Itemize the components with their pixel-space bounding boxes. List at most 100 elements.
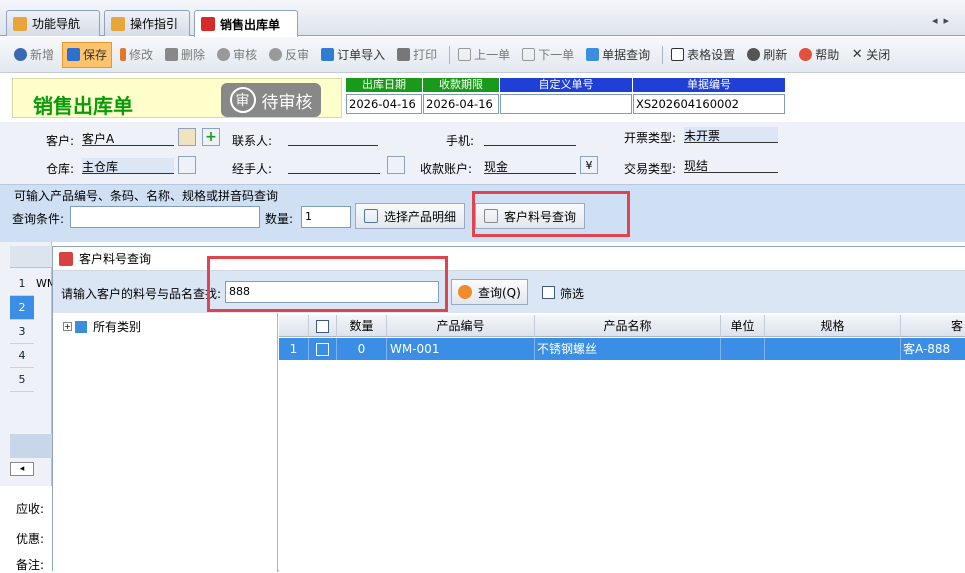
handler-field[interactable] xyxy=(288,158,380,174)
delete-button[interactable]: 删除 xyxy=(161,42,209,68)
select-all-checkbox[interactable] xyxy=(316,320,329,333)
close-icon: ✕ xyxy=(851,47,863,62)
trade-type-label: 交易类型: xyxy=(624,162,677,176)
filter-checkbox[interactable] xyxy=(542,285,555,299)
printer-icon xyxy=(397,48,411,61)
unaudit-button[interactable]: 反审 xyxy=(265,42,313,68)
select-detail-icon xyxy=(364,209,378,223)
payment-deadline-field[interactable]: 收款期限 2026-04-16 xyxy=(423,78,499,114)
row-checkbox-icon[interactable] xyxy=(316,343,329,356)
scroll-left-icon[interactable]: ◂ xyxy=(10,462,34,476)
query-condition-input[interactable] xyxy=(70,206,260,228)
add-customer-icon[interactable]: + xyxy=(202,128,220,146)
grid-footer xyxy=(10,434,52,458)
help-label: 帮助 xyxy=(815,48,840,62)
print-button[interactable]: 打印 xyxy=(393,42,441,68)
print-label: 打印 xyxy=(413,48,438,62)
highlight-box-search-input xyxy=(207,256,448,312)
expand-icon[interactable]: + xyxy=(63,322,72,331)
row-qty[interactable]: 0 xyxy=(337,338,387,360)
customer-picker-icon[interactable] xyxy=(178,128,196,146)
tab-label: 销售出库单 xyxy=(220,17,281,32)
dialog-search-bar: 请输入客户的料号与品名查找: 888 查询(Q) 筛选 xyxy=(53,271,965,313)
bill-query-button[interactable]: 单据查询 xyxy=(582,42,654,68)
status-text: 待审核 xyxy=(261,92,313,113)
help-button[interactable]: 帮助 xyxy=(795,42,843,68)
tab-scroll-left-icon[interactable]: ◂ xyxy=(932,14,944,27)
warehouse-picker-icon[interactable] xyxy=(178,156,196,174)
grid-settings-label: 表格设置 xyxy=(687,48,736,62)
prev-icon xyxy=(458,48,472,61)
tab-sales-outbound[interactable]: 销售出库单 xyxy=(194,10,298,37)
handler-picker-icon[interactable] xyxy=(387,156,405,174)
grid-row[interactable]: 1 0 WM-001 不锈钢螺丝 客A-888 xyxy=(279,338,965,360)
qty-input[interactable]: 1 xyxy=(301,206,351,228)
trash-icon xyxy=(165,48,179,61)
edit-button[interactable]: 修改 xyxy=(116,42,157,68)
warehouse-field[interactable]: 主仓库 xyxy=(82,158,174,174)
checkbox-icon[interactable] xyxy=(542,286,555,299)
folder-icon xyxy=(75,320,87,333)
tree-root-label: 所有类别 xyxy=(93,320,142,334)
phone-label: 手机: xyxy=(446,134,475,148)
next-button[interactable]: 下一单 xyxy=(518,42,578,68)
select-detail-label: 选择产品明细 xyxy=(384,209,457,224)
qty-label: 数量: xyxy=(265,212,294,226)
account-field[interactable]: 现金 xyxy=(484,158,576,174)
field-value[interactable] xyxy=(500,94,632,114)
tab-scroll-right-icon[interactable]: ▸ xyxy=(944,14,956,27)
grid-header-index xyxy=(279,315,309,337)
refresh-button[interactable]: 刷新 xyxy=(743,42,791,68)
field-value[interactable]: 2026-04-16 xyxy=(423,94,499,114)
query-condition-label: 查询条件: xyxy=(12,212,65,226)
tab-label: 功能导航 xyxy=(32,17,81,31)
status-stamp: 审 待审核 xyxy=(221,83,321,117)
grid-header-spec: 规格 xyxy=(765,315,901,337)
contact-label: 联系人: xyxy=(232,134,273,148)
save-button[interactable]: 保存 xyxy=(62,41,113,68)
save-label: 保存 xyxy=(83,48,108,62)
receivable-label: 应收: xyxy=(16,502,45,516)
new-button[interactable]: 新增 xyxy=(10,42,58,68)
close-button[interactable]: ✕ 关闭 xyxy=(847,42,894,68)
grid-row-number: 1 xyxy=(10,272,34,296)
plus-icon xyxy=(14,48,27,61)
select-product-detail-button[interactable]: 选择产品明细 xyxy=(355,203,466,229)
grid-settings-button[interactable]: 表格设置 xyxy=(667,42,739,68)
grid-header-row: 数量 产品编号 产品名称 单位 规格 客 xyxy=(279,315,965,337)
phone-field[interactable] xyxy=(484,130,576,146)
query-legend: 可输入产品编号、条码、名称、规格或拼音码查询 xyxy=(14,189,279,203)
custom-number-field[interactable]: 自定义单号 xyxy=(500,78,632,114)
nav-icon xyxy=(13,16,27,31)
audit-button[interactable]: 审核 xyxy=(213,42,261,68)
row-select-checkbox[interactable] xyxy=(309,338,337,360)
tab-function-nav[interactable]: 功能导航 xyxy=(6,10,100,36)
highlight-box-query-button xyxy=(472,191,630,237)
audit-label: 审核 xyxy=(233,48,258,62)
grid-header-code: 产品编号 xyxy=(387,315,535,337)
filter-label: 筛选 xyxy=(560,287,585,301)
bill-number-field[interactable]: 单据编号 XS202604160002 xyxy=(633,78,785,114)
field-value[interactable]: 2026-04-16 xyxy=(346,94,422,114)
field-value[interactable]: XS202604160002 xyxy=(633,94,785,114)
unaudit-icon xyxy=(269,48,283,61)
save-icon xyxy=(67,48,81,61)
outbound-date-field[interactable]: 出库日期 2026-04-16 xyxy=(346,78,422,114)
title-box: 销售出库单 审 待审核 xyxy=(12,78,342,118)
remark-label: 备注: xyxy=(16,558,45,572)
tab-operation-guide[interactable]: 操作指引 xyxy=(104,10,190,36)
bill-header: 销售出库单 审 待审核 出库日期 2026-04-16 收款期限 2026-04… xyxy=(0,74,965,122)
dialog-query-button[interactable]: 查询(Q) xyxy=(451,279,528,305)
prev-button[interactable]: 上一单 xyxy=(454,42,514,68)
new-label: 新增 xyxy=(30,48,55,62)
currency-icon[interactable]: ¥ xyxy=(580,156,598,174)
contact-field[interactable] xyxy=(288,130,378,146)
tab-scroll-buttons[interactable]: ◂▸ xyxy=(932,14,955,27)
bill-query-label: 单据查询 xyxy=(602,48,651,62)
order-import-button[interactable]: 订单导入 xyxy=(317,42,389,68)
row-customer-code: 客A-888 xyxy=(903,342,951,356)
trade-type-field[interactable]: 现结 xyxy=(684,157,778,173)
tree-root-node[interactable]: + 所有类别 xyxy=(63,318,141,335)
invoice-type-field[interactable]: 未开票 xyxy=(684,127,778,143)
customer-field[interactable]: 客户A xyxy=(82,130,174,146)
